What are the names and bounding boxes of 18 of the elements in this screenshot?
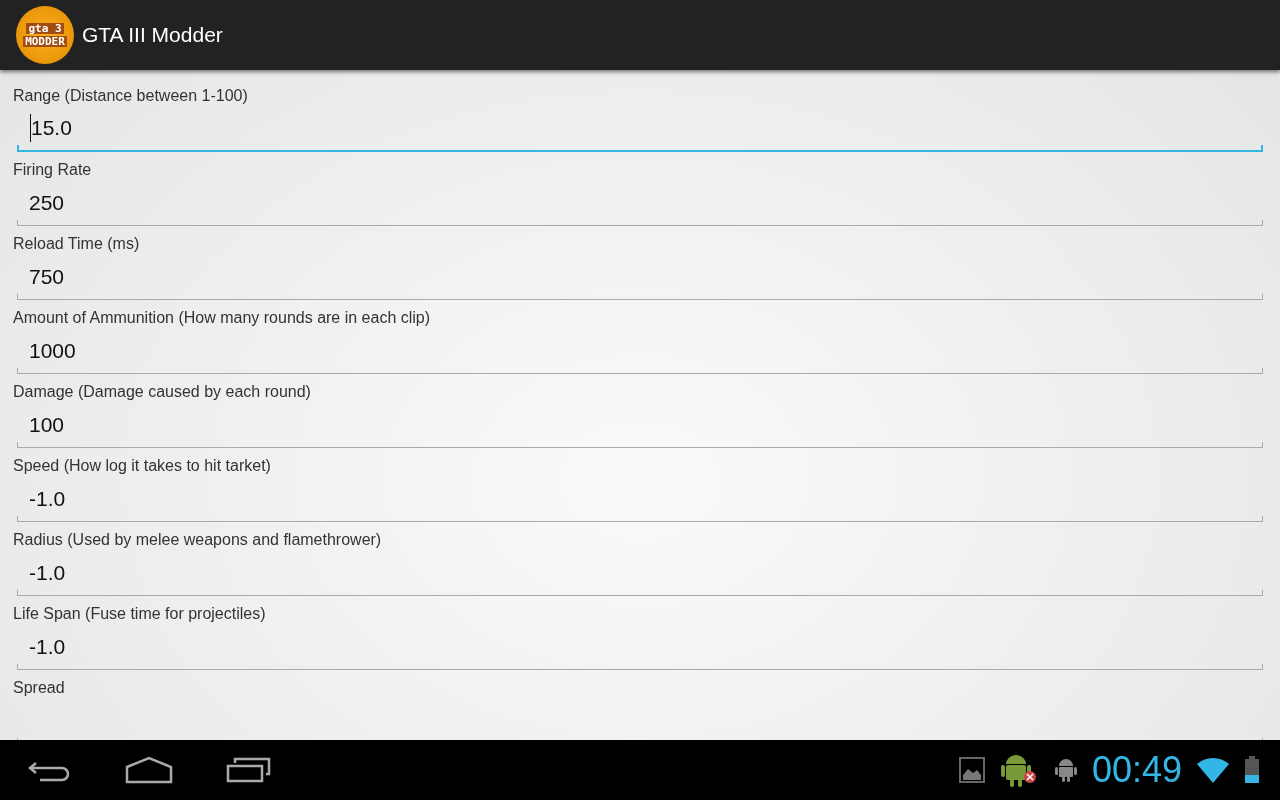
field-label: Firing Rate <box>13 160 93 180</box>
battery-icon <box>1244 756 1260 784</box>
android-icon[interactable] <box>1053 757 1078 783</box>
field-label: Damage (Damage caused by each round) <box>13 382 312 402</box>
home-icon[interactable] <box>124 755 174 785</box>
field-label: Amount of Ammunition (How many rounds are in each clip) <box>13 308 432 328</box>
wifi-icon <box>1196 756 1230 784</box>
field-label: Reload Time (ms) <box>13 234 141 254</box>
clock: 00:49 <box>1091 749 1182 791</box>
field-label: Radius (Used by melee weapons and flamethrower) <box>13 530 383 550</box>
field-label: Speed (How log it takes to hit tarket) <box>13 456 272 476</box>
image-icon[interactable] <box>957 756 986 784</box>
field-label: Life Span (Fuse time for projectiles) <box>13 604 267 624</box>
recent-apps-icon[interactable] <box>226 755 272 785</box>
app-logo: gta 3 MODDER <box>16 6 74 64</box>
app-title: GTA III Modder <box>82 23 223 47</box>
field-label: Spread <box>13 678 66 698</box>
field-label: Range (Distance between 1-100) <box>13 86 249 106</box>
